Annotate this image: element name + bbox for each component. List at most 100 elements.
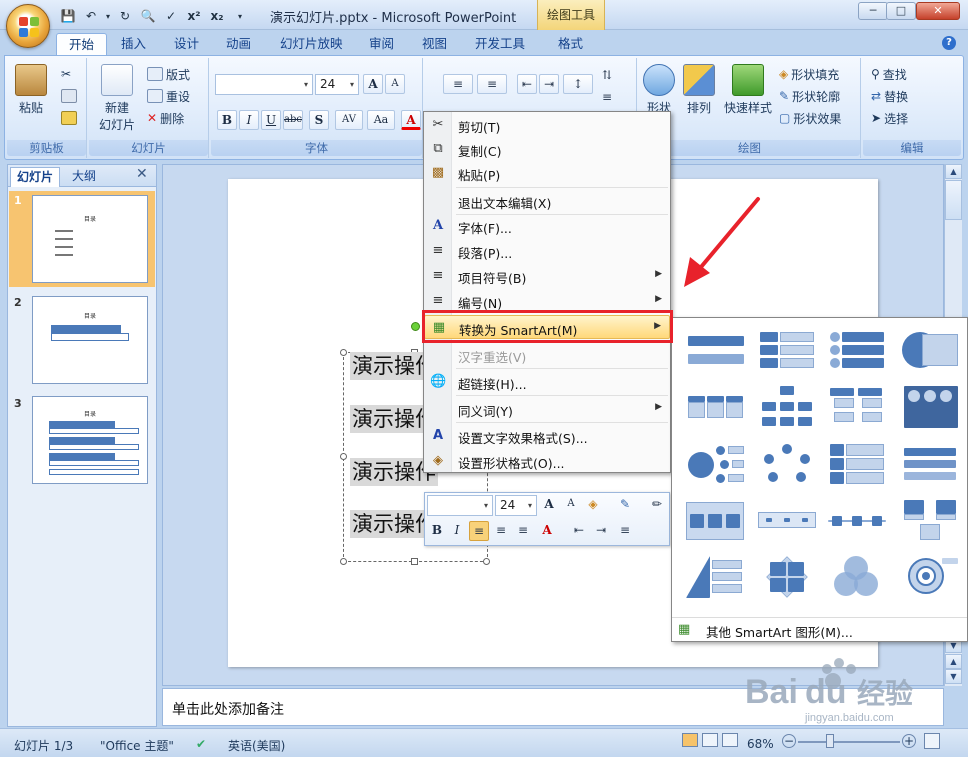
strikethrough-icon[interactable]: abc: [283, 110, 303, 130]
tab-home[interactable]: 开始: [56, 33, 108, 57]
shrink-font-icon[interactable]: A: [385, 74, 405, 94]
zoom-slider[interactable]: [798, 741, 900, 743]
help-icon[interactable]: ?: [942, 36, 956, 50]
menu-item-cut[interactable]: ✂ 剪切(T): [424, 113, 670, 137]
rotate-handle[interactable]: [411, 322, 420, 331]
maximize-button[interactable]: □: [886, 2, 916, 20]
redo-icon[interactable]: ↻: [115, 7, 135, 25]
paste-button[interactable]: 粘贴: [13, 64, 49, 116]
menu-item-hyperlink[interactable]: 🌐 超链接(H)...: [424, 370, 670, 394]
menu-item-copy[interactable]: ⧉ 复制(C): [424, 137, 670, 161]
tab-review[interactable]: 审阅: [357, 33, 406, 57]
bold-icon[interactable]: B: [217, 110, 237, 130]
slide-thumbnail-3[interactable]: 目录: [32, 396, 148, 484]
smartart-option[interactable]: [756, 498, 818, 544]
spelling-icon[interactable]: ✓: [161, 7, 181, 25]
zoom-slider-thumb[interactable]: [826, 734, 834, 748]
italic-icon[interactable]: I: [447, 521, 467, 541]
tab-outline[interactable]: 大纲: [66, 167, 102, 187]
shadow-icon[interactable]: S: [309, 110, 329, 130]
dropdown-icon[interactable]: ▾: [104, 7, 112, 25]
slide-thumbnail-2[interactable]: 目录: [32, 296, 148, 384]
spell-check-icon[interactable]: ✔: [196, 737, 206, 751]
menu-item-paragraph[interactable]: ≡ 段落(P)...: [424, 239, 670, 263]
char-spacing-icon[interactable]: AV: [335, 110, 363, 130]
smartart-option[interactable]: [900, 384, 962, 430]
more-smartart-button[interactable]: ▦ 其他 SmartArt 图形(M)...: [672, 617, 967, 641]
menu-item-synonyms[interactable]: 同义词(Y) ▶: [424, 397, 670, 421]
menu-item-exit-text-edit[interactable]: 退出文本编辑(X): [424, 189, 670, 213]
smartart-option[interactable]: [826, 384, 888, 430]
close-button[interactable]: ✕: [916, 2, 960, 20]
font-color-icon[interactable]: A: [537, 521, 557, 541]
new-slide-button[interactable]: 新建 幻灯片: [93, 64, 141, 133]
tab-insert[interactable]: 插入: [109, 33, 158, 57]
zoom-out-icon[interactable]: −: [782, 734, 796, 748]
find-button[interactable]: ⚲ 查找: [871, 64, 907, 84]
scroll-thumb[interactable]: [945, 180, 962, 220]
fit-to-window-icon[interactable]: [924, 733, 940, 749]
print-preview-icon[interactable]: 🔍: [138, 7, 158, 25]
delete-button[interactable]: ✕ 删除: [147, 108, 184, 128]
tab-developer[interactable]: 开发工具: [463, 33, 537, 57]
zoom-in-icon[interactable]: +: [902, 734, 916, 748]
align-right-icon[interactable]: ≡: [513, 521, 533, 541]
shape-outline-button[interactable]: ✎ 形状轮廓: [779, 86, 840, 106]
bold-icon[interactable]: B: [427, 521, 447, 541]
change-case-icon[interactable]: Aa: [367, 110, 395, 130]
numbering-icon[interactable]: ≡: [477, 74, 507, 94]
superscript-icon[interactable]: x²: [184, 7, 204, 25]
font-color-icon[interactable]: A: [401, 110, 421, 130]
smartart-option[interactable]: [826, 442, 888, 488]
undo-icon[interactable]: ↶: [81, 7, 101, 25]
language-indicator[interactable]: 英语(美国): [228, 737, 285, 754]
notes-placeholder[interactable]: 单击此处添加备注: [172, 699, 284, 719]
menu-item-paste[interactable]: ▩ 粘贴(P): [424, 161, 670, 185]
align-left-icon[interactable]: ≡: [469, 521, 489, 541]
menu-item-font[interactable]: A 字体(F)...: [424, 214, 670, 238]
bullets-icon[interactable]: ≡: [443, 74, 473, 94]
save-icon[interactable]: 💾: [58, 7, 78, 25]
menu-item-bullets[interactable]: ≡ 项目符号(B) ▶: [424, 264, 670, 288]
smartart-option[interactable]: [900, 328, 962, 374]
cut-button[interactable]: ✂: [61, 64, 71, 84]
smartart-option[interactable]: [684, 442, 746, 488]
tab-slides[interactable]: 幻灯片: [10, 167, 61, 187]
align-center-icon[interactable]: ≡: [491, 521, 511, 541]
smartart-option[interactable]: [900, 554, 962, 600]
tab-slideshow[interactable]: 幻灯片放映: [268, 33, 355, 57]
smartart-option[interactable]: [826, 498, 888, 544]
zoom-level[interactable]: 68%: [747, 737, 774, 751]
font-size-combo[interactable]: 24 ▾: [315, 74, 359, 95]
shape-effects-button[interactable]: ▢ 形状效果: [779, 108, 841, 128]
smartart-option[interactable]: [756, 384, 818, 430]
layout-button[interactable]: 版式: [147, 64, 190, 84]
tab-design[interactable]: 设计: [162, 33, 211, 57]
clear-format-icon[interactable]: [411, 74, 423, 94]
increase-indent-icon[interactable]: ⇥: [539, 74, 559, 94]
smartart-option[interactable]: [756, 554, 818, 600]
slideshow-view-icon[interactable]: [722, 733, 738, 747]
smartart-option[interactable]: [684, 554, 746, 600]
grow-font-icon[interactable]: A: [363, 74, 383, 94]
quick-styles-button[interactable]: 快速样式: [723, 64, 773, 116]
copy-button[interactable]: [61, 86, 77, 106]
grow-font-icon[interactable]: A: [539, 495, 559, 515]
shapes-button[interactable]: 形状: [641, 64, 677, 116]
text-direction-icon[interactable]: ⇅: [597, 66, 617, 86]
outline-color-icon[interactable]: ✎: [615, 495, 635, 515]
mini-font-name-combo[interactable]: ▾: [427, 495, 493, 516]
smartart-option[interactable]: [684, 384, 746, 430]
format-painter-icon[interactable]: ✏: [647, 495, 667, 515]
replace-button[interactable]: ⇄ 替换: [871, 86, 908, 106]
align-text-icon[interactable]: ≡: [597, 88, 617, 108]
menu-item-text-effects[interactable]: A 设置文字效果格式(S)...: [424, 424, 670, 448]
tab-format[interactable]: 格式: [546, 33, 595, 57]
mini-font-size-combo[interactable]: 24 ▾: [495, 495, 537, 516]
tab-view[interactable]: 视图: [410, 33, 459, 57]
bullets-icon[interactable]: ≡: [615, 521, 635, 541]
minimize-button[interactable]: ─: [858, 2, 888, 20]
reset-button[interactable]: 重设: [147, 86, 190, 106]
subscript-icon[interactable]: x₂: [207, 7, 227, 25]
slide-thumbnail-1[interactable]: 目录: [32, 195, 148, 283]
